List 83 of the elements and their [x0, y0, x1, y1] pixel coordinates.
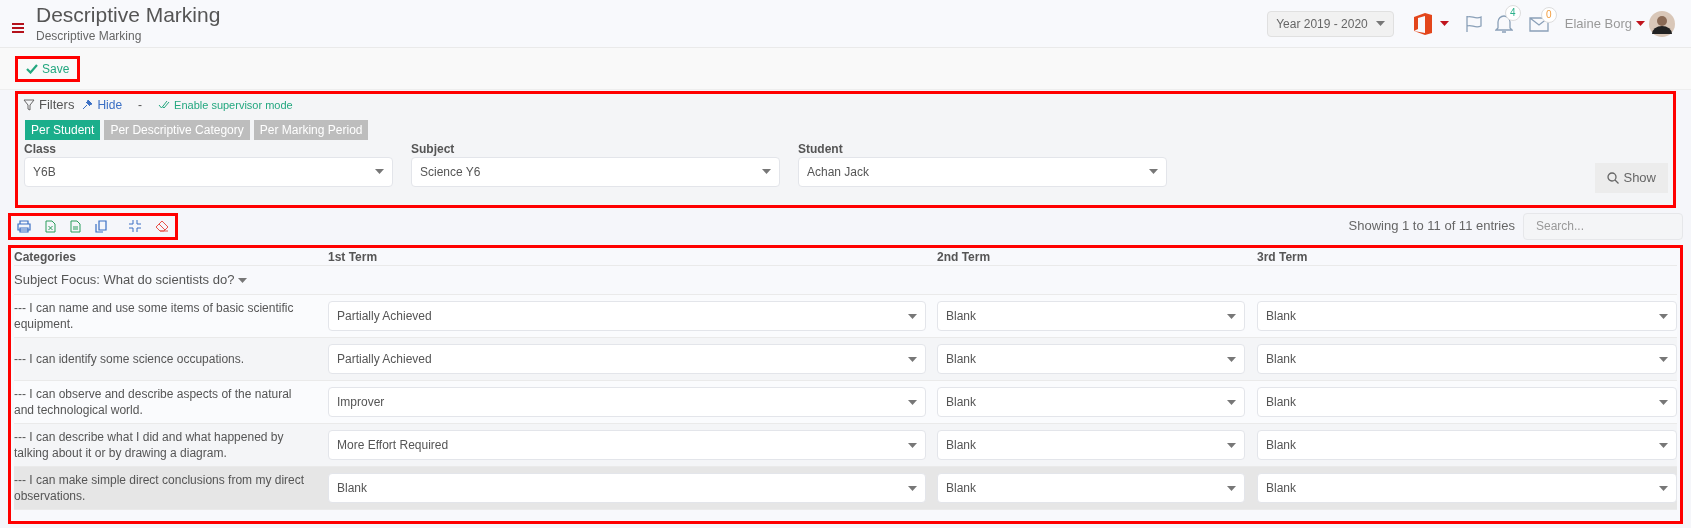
select-field[interactable]: Y6B — [24, 156, 393, 187]
filter-icon — [23, 98, 35, 111]
group-toggle[interactable]: Subject Focus: What do scientists do? — [14, 270, 248, 290]
page-title: Descriptive Marking — [36, 2, 221, 27]
table-row[interactable]: --- I can identify some science occupations. Partially Achieved Blank Blank — [14, 338, 1677, 381]
column-header: Categories — [14, 249, 78, 266]
select-field[interactable]: Blank — [1257, 344, 1677, 374]
column-header: 3rd Term — [1257, 249, 1309, 266]
menu-icon[interactable] — [12, 22, 24, 33]
select-field[interactable]: Partially Achieved — [328, 301, 926, 331]
caret-icon — [1659, 485, 1668, 491]
csv-file-icon[interactable] — [70, 219, 81, 233]
filters-label: Filters — [39, 96, 75, 114]
excel-file-icon[interactable] — [45, 219, 56, 233]
category-cell-text: --- I can name and use some items of basic scientific equipment. — [14, 300, 295, 332]
caret-icon — [1659, 399, 1668, 405]
select-field[interactable]: Blank — [937, 301, 1245, 331]
select-field[interactable]: Blank — [1257, 430, 1677, 460]
table-row[interactable]: --- I can describe what I did and what happened by talking about it or by drawing a diagram. More Effort Required Blank Blank — [14, 424, 1677, 467]
caret-icon — [908, 399, 917, 405]
select-field[interactable]: Blank — [937, 430, 1245, 460]
caret-icon — [1375, 21, 1385, 26]
select-field[interactable]: Blank — [328, 473, 926, 503]
select-field[interactable]: Blank — [937, 473, 1245, 503]
search-icon — [1607, 171, 1620, 184]
caret-icon — [1227, 399, 1236, 405]
column-header: 1st Term — [328, 249, 379, 266]
select-field[interactable]: More Effort Required — [328, 430, 926, 460]
year-dropdown[interactable]: Year 2019 - 2020 — [1267, 10, 1394, 37]
office-logo-icon — [1413, 12, 1432, 35]
select-field[interactable]: Improver — [328, 387, 926, 417]
caret-icon — [375, 169, 384, 174]
show-button[interactable]: Show — [1595, 162, 1668, 193]
separator-text: - — [138, 96, 143, 114]
caret-icon — [762, 169, 771, 174]
copy-icon[interactable] — [95, 219, 107, 233]
flag-icon[interactable] — [1464, 14, 1483, 33]
entries-info: Showing 1 to 11 of 11 entries — [1348, 217, 1515, 236]
avatar-icon — [1649, 10, 1675, 37]
hide-link[interactable]: Hide — [82, 95, 123, 114]
double-check-icon — [158, 100, 171, 110]
select-field[interactable]: Blank — [1257, 301, 1677, 331]
field-label: Class — [24, 140, 58, 157]
caret-icon — [908, 356, 917, 362]
field-label: Subject — [411, 140, 456, 157]
message-badge: 0 — [1540, 6, 1557, 23]
caret-icon — [1227, 442, 1236, 448]
category-cell-text: --- I can identify some science occupations. — [14, 351, 246, 367]
caret-icon — [908, 442, 917, 448]
eraser-icon[interactable] — [155, 220, 169, 232]
caret-icon — [238, 277, 248, 283]
search-field[interactable]: Search... — [1523, 212, 1683, 240]
caret-icon — [1659, 442, 1668, 448]
select-field[interactable]: Partially Achieved — [328, 344, 926, 374]
pin-icon — [82, 99, 94, 111]
check-icon — [26, 63, 38, 74]
caret-icon — [1227, 313, 1236, 319]
collapse-icon[interactable] — [129, 220, 141, 232]
caret-icon — [908, 313, 917, 319]
caret-icon — [1659, 356, 1668, 362]
caret-icon — [1439, 21, 1449, 26]
select-field[interactable]: Blank — [937, 344, 1245, 374]
select-field[interactable]: Blank — [1257, 387, 1677, 417]
category-cell-text: --- I can make simple direct conclusions from my direct observations. — [14, 472, 306, 504]
field-label: Student — [798, 140, 844, 157]
page-subtitle: Descriptive Marking — [36, 27, 143, 45]
select-field[interactable]: Blank — [1257, 473, 1677, 503]
column-header: 2nd Term — [937, 249, 992, 266]
caret-icon — [1227, 485, 1236, 491]
category-cell-text: --- I can describe what I did and what happened by talking about it or by drawing a diagram. — [14, 429, 285, 461]
caret-icon — [1149, 169, 1158, 174]
select-field[interactable]: Science Y6 — [411, 156, 780, 187]
print-icon[interactable] — [17, 219, 31, 233]
table-row[interactable]: --- I can make simple direct conclusions from my direct observations. Blank Blank Blank — [14, 467, 1677, 510]
notification-badge: 4 — [1504, 4, 1521, 21]
caret-icon — [908, 485, 917, 491]
caret-icon — [1227, 356, 1236, 362]
select-field[interactable]: Achan Jack — [798, 156, 1167, 187]
caret-icon — [1659, 313, 1668, 319]
category-cell-text: --- I can observe and describe aspects of the natural and technological world. — [14, 386, 293, 418]
caret-icon — [1636, 21, 1645, 26]
select-field[interactable]: Blank — [937, 387, 1245, 417]
office-menu[interactable] — [1413, 12, 1449, 35]
